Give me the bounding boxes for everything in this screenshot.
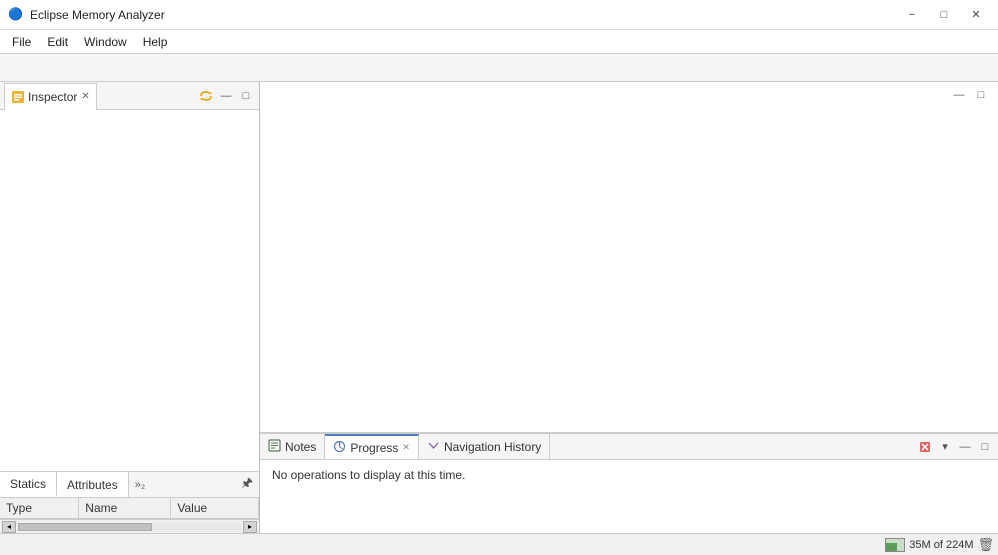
notes-tab[interactable]: Notes: [260, 434, 325, 459]
progress-tab[interactable]: Progress ✕: [325, 434, 419, 459]
menu-window[interactable]: Window: [76, 33, 135, 51]
col-name: Name: [79, 498, 171, 519]
menu-file[interactable]: File: [4, 33, 39, 51]
inspector-tab-close[interactable]: ✕: [81, 91, 89, 102]
bottom-panel-dropdown[interactable]: ▾: [936, 438, 954, 456]
menu-bar: File Edit Window Help: [0, 30, 998, 54]
scroll-right-arrow[interactable]: ▸: [243, 521, 257, 533]
memory-bar-fill: [886, 543, 897, 550]
menu-edit[interactable]: Edit: [39, 33, 76, 51]
notes-icon: [268, 439, 281, 455]
right-panel: — □ Notes: [260, 82, 998, 533]
tab-pin-button[interactable]: 🖈: [235, 472, 259, 498]
memory-label: 35M of 224M: [909, 539, 973, 551]
progress-tab-close[interactable]: ✕: [402, 442, 410, 453]
col-type: Type: [0, 498, 79, 519]
bottom-panel-tab-bar: Notes Progress ✕: [260, 434, 998, 460]
inspector-tab-icon: [11, 90, 25, 104]
progress-icon: [333, 440, 346, 456]
main-area: Inspector ✕ — □: [0, 82, 998, 533]
statics-tab-label: Statics: [10, 477, 46, 491]
title-bar: 🔵 Eclipse Memory Analyzer − □ ✕: [0, 0, 998, 30]
minimize-button[interactable]: −: [898, 4, 926, 26]
statics-attributes-tab-bar: Statics Attributes »₂ 🖈: [0, 472, 259, 498]
attributes-tab-label: Attributes: [67, 478, 118, 492]
memory-bar: [885, 538, 905, 552]
maximize-button[interactable]: □: [930, 4, 958, 26]
toolbar: [0, 54, 998, 82]
right-maximize-button[interactable]: □: [972, 86, 990, 104]
bottom-panel-maximize[interactable]: □: [976, 438, 994, 456]
sync-button[interactable]: [197, 87, 215, 105]
stop-operations-button[interactable]: [916, 438, 934, 456]
tab-overflow-button[interactable]: »₂: [129, 477, 151, 493]
panel-maximize-button[interactable]: □: [237, 87, 255, 105]
run-gc-button[interactable]: 🗑: [977, 537, 994, 553]
navigation-history-icon: [427, 439, 440, 455]
inspector-tab-actions: — □: [197, 87, 255, 105]
inspector-tab-bar: Inspector ✕ — □: [0, 82, 259, 110]
bottom-panel-content: No operations to display at this time.: [260, 460, 998, 533]
window-controls: − □ ✕: [898, 4, 990, 26]
inspector-content: [0, 110, 259, 471]
inspector-panel: Inspector ✕ — □: [0, 82, 260, 533]
navigation-history-tab[interactable]: Navigation History: [419, 434, 550, 459]
bottom-panel-actions: ▾ — □: [916, 438, 998, 456]
inspector-table: Type Name Value: [0, 498, 259, 519]
panel-minimize-button[interactable]: —: [217, 87, 235, 105]
inspector-tab-label: Inspector: [28, 90, 77, 104]
bottom-panel-minimize[interactable]: —: [956, 438, 974, 456]
app-icon: 🔵: [8, 7, 24, 23]
scroll-left-arrow[interactable]: ◂: [2, 521, 16, 533]
attributes-tab[interactable]: Attributes: [57, 472, 129, 497]
status-bar: 35M of 224M 🗑: [0, 533, 998, 555]
horizontal-scrollbar[interactable]: ◂ ▸: [0, 519, 259, 533]
right-top-controls: — □: [950, 86, 990, 104]
main-editor-area: — □: [260, 82, 998, 433]
navigation-history-tab-label: Navigation History: [444, 440, 541, 454]
progress-tab-label: Progress: [350, 441, 398, 455]
scroll-track[interactable]: [18, 523, 241, 531]
bottom-panel: Notes Progress ✕: [260, 433, 998, 533]
scroll-thumb[interactable]: [18, 523, 152, 531]
right-minimize-button[interactable]: —: [950, 86, 968, 104]
close-button[interactable]: ✕: [962, 4, 990, 26]
statics-tab[interactable]: Statics: [0, 472, 57, 497]
menu-help[interactable]: Help: [135, 33, 176, 51]
sync-icon: [199, 89, 213, 103]
col-value: Value: [171, 498, 259, 519]
inspector-tab[interactable]: Inspector ✕: [4, 83, 97, 110]
left-bottom-tabs: Statics Attributes »₂ 🖈 Type Name Value: [0, 471, 259, 519]
notes-tab-label: Notes: [285, 440, 316, 454]
app-title: Eclipse Memory Analyzer: [30, 8, 898, 22]
memory-status: 35M of 224M 🗑: [885, 537, 994, 553]
no-operations-message: No operations to display at this time.: [272, 468, 465, 482]
